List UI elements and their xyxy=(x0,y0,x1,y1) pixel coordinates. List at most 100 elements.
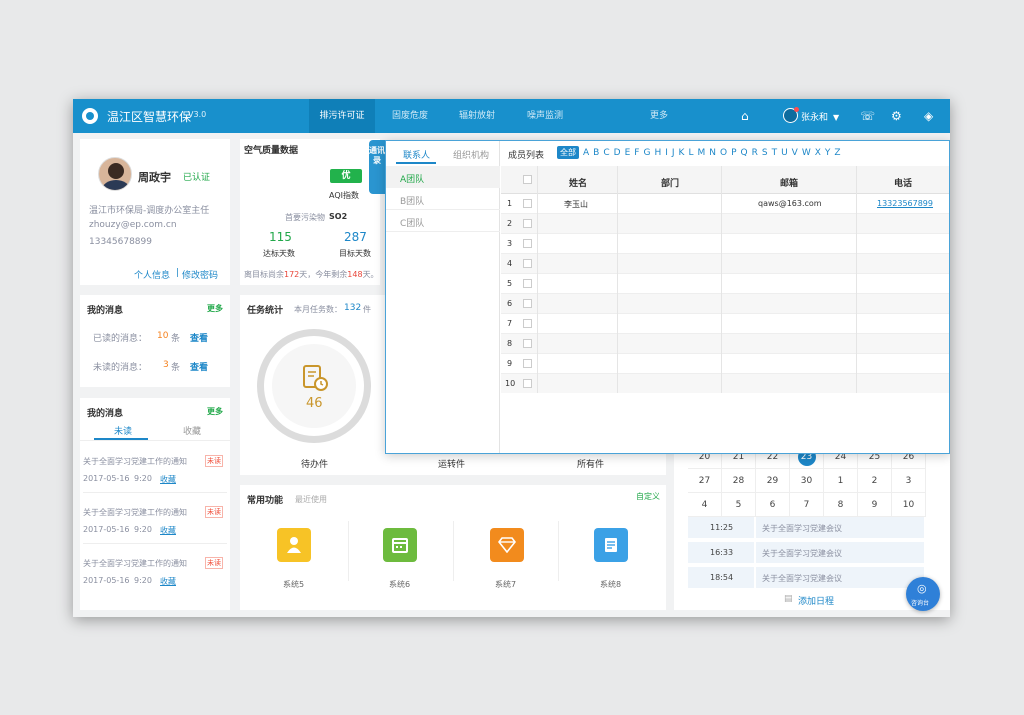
letter-i[interactable]: I xyxy=(665,148,668,158)
message-title[interactable]: 关于全面学习党建工作的通知 xyxy=(83,558,187,569)
add-schedule-button[interactable]: 添加日程 xyxy=(798,594,834,607)
calendar-day[interactable]: 30 xyxy=(790,469,824,493)
calendar-day[interactable]: 10 xyxy=(892,493,926,517)
schedule-item[interactable]: 18:54 关于全面学习党建会议 xyxy=(688,567,924,590)
letter-t[interactable]: T xyxy=(772,148,778,158)
change-password-link[interactable]: 修改密码 xyxy=(182,268,218,281)
contacts-side-tab[interactable]: 通讯录 xyxy=(369,140,385,194)
system5-tile[interactable] xyxy=(277,528,311,562)
letter-m[interactable]: M xyxy=(697,148,705,158)
letter-a[interactable]: A xyxy=(583,148,589,158)
todo-label[interactable]: 待办件 xyxy=(301,457,328,470)
add-schedule-icon[interactable]: ▤ xyxy=(784,594,793,604)
table-row[interactable]: 6 xyxy=(501,294,949,314)
letter-f[interactable]: F xyxy=(634,148,639,158)
calendar-day[interactable]: 5 xyxy=(722,493,756,517)
letter-z[interactable]: Z xyxy=(834,148,840,158)
calendar-day[interactable]: 4 xyxy=(688,493,722,517)
schedule-item[interactable]: 16:33 关于全面学习党建会议 xyxy=(688,542,924,565)
table-row[interactable]: 2 xyxy=(501,214,949,234)
calendar-day[interactable]: 2 xyxy=(858,469,892,493)
row-checkbox[interactable] xyxy=(523,339,532,348)
customize-link[interactable]: 自定义 xyxy=(636,491,660,502)
read-view-link[interactable]: 查看 xyxy=(190,331,208,344)
nav-tab-permit[interactable]: 排污许可证 xyxy=(309,99,375,133)
tab-org[interactable]: 组织机构 xyxy=(453,148,489,161)
row-checkbox[interactable] xyxy=(523,199,532,208)
table-row[interactable]: 3 xyxy=(501,234,949,254)
letter-w[interactable]: W xyxy=(802,148,811,158)
calendar-day[interactable]: 6 xyxy=(756,493,790,517)
letter-r[interactable]: R xyxy=(752,148,758,158)
message-title[interactable]: 关于全面学习党建工作的通知 xyxy=(83,456,187,467)
nav-tab-radiation[interactable]: 辐射放射 xyxy=(447,99,507,133)
schedule-item[interactable]: 11:25 关于全面学习党建会议 xyxy=(688,517,924,540)
profile-info-link[interactable]: 个人信息 xyxy=(134,268,170,281)
running-label[interactable]: 运转件 xyxy=(438,457,465,470)
system7-tile[interactable] xyxy=(490,528,524,562)
system8-label[interactable]: 系统8 xyxy=(600,579,621,590)
letter-s[interactable]: S xyxy=(762,148,768,158)
team-item-b[interactable]: B团队 xyxy=(386,188,500,210)
tab-unread[interactable]: 未读 xyxy=(114,424,132,437)
messages-list-more-link[interactable]: 更多 xyxy=(207,406,223,417)
letter-q[interactable]: Q xyxy=(741,148,748,158)
calendar-day[interactable]: 1 xyxy=(824,469,858,493)
letter-filter[interactable]: ABCDEFGHIJKLMNOPQRSTUVWXYZ xyxy=(583,148,845,158)
user-name[interactable]: 张永和 xyxy=(801,110,828,123)
tab-favorites[interactable]: 收藏 xyxy=(183,424,201,437)
calendar-day[interactable]: 9 xyxy=(858,493,892,517)
message-title[interactable]: 关于全面学习党建工作的通知 xyxy=(83,507,187,518)
row-checkbox[interactable] xyxy=(523,279,532,288)
system6-tile[interactable] xyxy=(383,528,417,562)
calendar-day[interactable]: 28 xyxy=(722,469,756,493)
letter-v[interactable]: V xyxy=(792,148,798,158)
row-checkbox[interactable] xyxy=(523,379,532,388)
filter-all[interactable]: 全部 xyxy=(557,146,579,159)
letter-l[interactable]: L xyxy=(688,148,693,158)
home-icon[interactable]: ⌂ xyxy=(741,109,749,123)
all-label[interactable]: 所有件 xyxy=(577,457,604,470)
system7-label[interactable]: 系统7 xyxy=(495,579,516,590)
favorite-link[interactable]: 收藏 xyxy=(160,576,176,587)
table-row[interactable]: 10 xyxy=(501,374,949,393)
system5-label[interactable]: 系统5 xyxy=(283,579,304,590)
layers-icon[interactable]: ◈ xyxy=(924,109,933,123)
letter-k[interactable]: K xyxy=(679,148,685,158)
calendar-day[interactable]: 8 xyxy=(824,493,858,517)
row-checkbox[interactable] xyxy=(523,299,532,308)
system6-label[interactable]: 系统6 xyxy=(389,579,410,590)
row-checkbox[interactable] xyxy=(523,359,532,368)
table-row[interactable]: 8 xyxy=(501,334,949,354)
row-checkbox[interactable] xyxy=(523,239,532,248)
letter-e[interactable]: E xyxy=(625,148,631,158)
letter-o[interactable]: O xyxy=(720,148,727,158)
nav-tab-waste[interactable]: 固废危废 xyxy=(380,99,440,133)
consult-button[interactable]: ◎ 咨询台 xyxy=(906,577,940,611)
messages-more-link[interactable]: 更多 xyxy=(207,303,223,314)
letter-h[interactable]: H xyxy=(654,148,661,158)
letter-n[interactable]: N xyxy=(709,148,716,158)
calendar-day[interactable]: 29 xyxy=(756,469,790,493)
team-item-c[interactable]: C团队 xyxy=(386,210,500,232)
table-row[interactable]: 4 xyxy=(501,254,949,274)
letter-p[interactable]: P xyxy=(731,148,736,158)
letter-d[interactable]: D xyxy=(614,148,621,158)
calendar-day[interactable]: 3 xyxy=(892,469,926,493)
cell-phone[interactable]: 13323567899 xyxy=(877,199,933,208)
table-row[interactable]: 1 李玉山 qaws@163.com 13323567899 xyxy=(501,194,949,214)
team-item-a[interactable]: A团队 xyxy=(386,166,500,188)
calendar-day[interactable]: 27 xyxy=(688,469,722,493)
settings-icon[interactable]: ⚙ xyxy=(891,109,902,123)
letter-y[interactable]: Y xyxy=(825,148,831,158)
row-checkbox[interactable] xyxy=(523,219,532,228)
letter-x[interactable]: X xyxy=(815,148,821,158)
nav-tab-noise[interactable]: 噪声监测 xyxy=(515,99,575,133)
select-all-checkbox[interactable] xyxy=(523,175,532,184)
letter-j[interactable]: J xyxy=(672,148,675,158)
letter-g[interactable]: G xyxy=(643,148,650,158)
row-checkbox[interactable] xyxy=(523,319,532,328)
table-row[interactable]: 7 xyxy=(501,314,949,334)
phone-icon[interactable]: ☏ xyxy=(860,109,875,123)
user-dropdown-icon[interactable]: ▼ xyxy=(833,111,839,125)
